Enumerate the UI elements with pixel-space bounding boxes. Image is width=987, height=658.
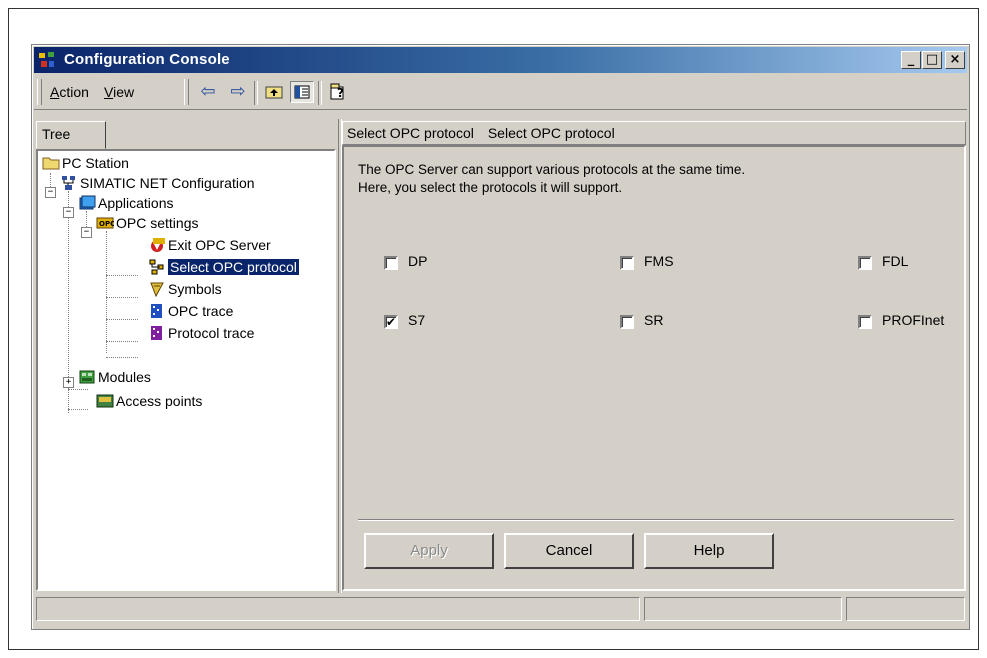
status-cell-2	[644, 597, 842, 621]
trace-icon	[151, 304, 162, 318]
modules-icon	[79, 370, 95, 384]
tab-tree[interactable]: Tree	[36, 121, 106, 149]
checkbox-sr[interactable]	[620, 315, 634, 329]
status-bar	[34, 597, 967, 625]
tree-line	[106, 319, 138, 320]
checkbox-profinet[interactable]	[858, 315, 872, 329]
tree-line	[68, 409, 88, 410]
tree-item-access-points[interactable]: Access points	[96, 391, 202, 411]
checkbox-s7[interactable]: ✔	[384, 315, 398, 329]
protocol-selection-panel: The OPC Server can support various proto…	[342, 145, 966, 591]
menu-action-rest: ction	[59, 84, 89, 100]
tree-line	[106, 275, 138, 276]
status-cell-main	[36, 597, 640, 621]
title-bar[interactable]: Configuration Console _ □ ×	[34, 47, 967, 73]
protocol-icon	[149, 259, 164, 275]
menu-view-rest: iew	[113, 84, 135, 100]
collapse-icon[interactable]: −	[81, 227, 92, 238]
tree-item-label: OPC trace	[168, 303, 234, 319]
collapse-icon[interactable]: −	[63, 207, 74, 218]
apply-button[interactable]: Apply	[364, 533, 494, 569]
access-points-icon	[96, 394, 114, 408]
tree-item-label: Symbols	[168, 281, 222, 297]
checkbox-fdl-label: FDL	[882, 253, 909, 269]
menu-toolbar: Action View ⇦ ⇨ ?	[34, 75, 967, 110]
breadcrumb-item: Select OPC protocol	[487, 125, 615, 141]
toolbar-separator-2	[318, 81, 322, 105]
back-arrow-icon[interactable]: ⇦	[196, 81, 220, 103]
tree-line	[106, 341, 138, 342]
expand-icon[interactable]: +	[63, 377, 74, 388]
description-line-1: The OPC Server can support various proto…	[358, 162, 746, 177]
tree-item-label: Select OPC protocol	[167, 258, 300, 276]
toolbar-grip-2[interactable]	[184, 79, 189, 105]
breadcrumb: Select OPC protocol Select OPC protocol	[342, 121, 966, 145]
tree-item-pc-station[interactable]: PC Station	[42, 153, 129, 173]
tree-item-label: Applications	[98, 195, 174, 211]
tree-item-label: Exit OPC Server	[168, 237, 271, 253]
svg-text:OPC: OPC	[99, 220, 114, 228]
opc-icon: OPC	[96, 217, 114, 229]
tree-item-select-opc-protocol[interactable]: Select OPC protocol	[148, 257, 300, 277]
toolbar-grip[interactable]	[37, 79, 42, 105]
tree-item-label: OPC settings	[116, 215, 199, 231]
tree-line	[106, 231, 107, 353]
checkbox-sr-label: SR	[644, 312, 664, 328]
collapse-icon[interactable]: −	[45, 187, 56, 198]
tree-item-label: SIMATIC NET Configuration	[80, 175, 255, 191]
tree-item-label: Access points	[116, 393, 203, 409]
checkbox-fms[interactable]	[620, 256, 634, 270]
tree-line	[68, 389, 88, 390]
tree-item-applications[interactable]: Applications	[78, 193, 174, 213]
app-icon	[39, 52, 54, 67]
tree-item-modules[interactable]: Modules	[78, 367, 151, 387]
forward-arrow-icon[interactable]: ⇨	[226, 81, 250, 103]
tree-item-symbols[interactable]: Symbols	[148, 279, 222, 299]
tree-line	[106, 357, 138, 358]
breadcrumb-item: Select OPC protocol	[347, 125, 474, 141]
network-icon	[62, 176, 75, 190]
button-divider	[358, 519, 954, 521]
status-cell-3	[846, 597, 965, 621]
maximize-button[interactable]: □	[922, 51, 942, 69]
toolbar-separator	[254, 81, 258, 105]
window-title: Configuration Console	[64, 51, 230, 68]
minimize-button[interactable]: _	[901, 51, 921, 69]
tree-item-protocol-trace[interactable]: Protocol trace	[148, 323, 254, 343]
up-folder-icon[interactable]	[262, 81, 286, 103]
help-question-icon[interactable]: ?	[326, 81, 350, 103]
tree-item-opc-trace[interactable]: OPC trace	[148, 301, 233, 321]
tree-item-simatic-net[interactable]: SIMATIC NET Configuration	[60, 173, 255, 193]
checkbox-s7-label: S7	[408, 312, 426, 328]
tree-item-label: Modules	[98, 369, 151, 385]
close-button[interactable]: ×	[945, 51, 965, 69]
description-text: The OPC Server can support various proto…	[358, 161, 745, 197]
tree-item-opc-settings[interactable]: OPC OPC settings	[96, 213, 198, 233]
protocol-trace-icon	[151, 326, 162, 340]
tree-line	[106, 297, 138, 298]
show-tree-icon[interactable]	[290, 81, 314, 103]
checkbox-dp-label: DP	[408, 253, 428, 269]
tree-panel: − − − + PC Station SIMATIC NET Configura…	[36, 149, 336, 591]
exit-opc-server-icon	[151, 238, 165, 252]
menu-view-accelerator: V	[104, 84, 114, 100]
checkbox-profinet-label: PROFInet	[882, 312, 945, 328]
symbols-icon	[150, 282, 164, 297]
folder-icon	[42, 157, 60, 170]
configuration-console-window: Configuration Console _ □ × Action View …	[31, 44, 970, 630]
description-line-2: Here, you select the protocols it will s…	[358, 180, 623, 195]
menu-action[interactable]: Action	[50, 84, 89, 100]
tree-item-label: Protocol trace	[168, 325, 255, 341]
applications-icon	[79, 195, 96, 210]
checkbox-fms-label: FMS	[644, 253, 674, 269]
tree-item-exit-opc-server[interactable]: Exit OPC Server	[148, 235, 271, 255]
checkbox-fdl[interactable]	[858, 256, 872, 270]
help-button[interactable]: Help	[644, 533, 774, 569]
tree-item-label: PC Station	[62, 155, 129, 171]
checkbox-dp[interactable]	[384, 256, 398, 270]
menu-action-accelerator: A	[50, 84, 60, 100]
menu-view[interactable]: View	[104, 84, 134, 100]
cancel-button[interactable]: Cancel	[504, 533, 634, 569]
